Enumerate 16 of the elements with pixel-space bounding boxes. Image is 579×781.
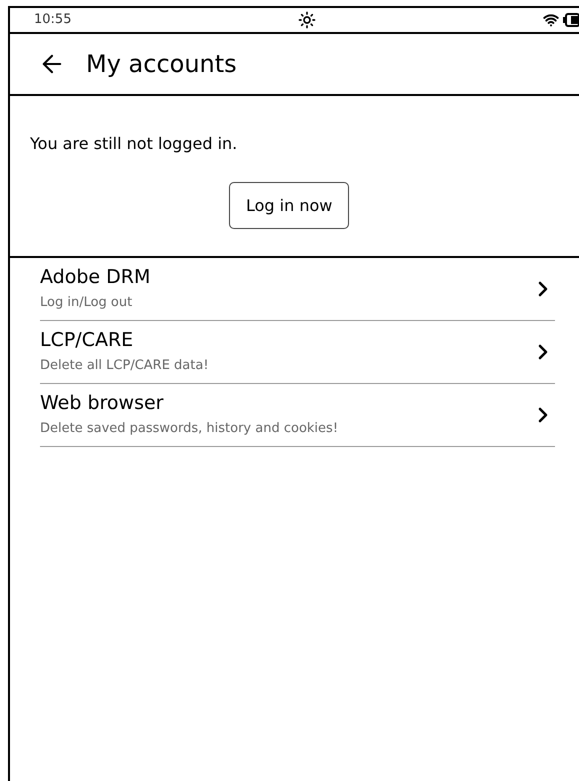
login-button[interactable]: Log in now [229,182,350,229]
account-title: Web browser [40,391,164,416]
account-title: LCP/CARE [40,328,134,352]
account-subtitle: Delete all LCP/CARE data! [40,357,209,376]
account-item[interactable]: Web browser Delete saved passwords, history and cookies! [40,384,555,447]
page-title: My accounts [86,49,237,80]
account-title: Adobe DRM [40,265,150,290]
status-time: 10:55 [34,11,72,30]
login-status-text: You are still not logged in. [30,133,238,155]
brightness-icon[interactable] [298,11,316,29]
wifi-icon [543,12,559,28]
account-subtitle: Delete saved passwords, history and cookies! [40,420,338,438]
battery-icon [563,13,579,27]
account-subtitle: Log in/Log out [40,294,134,312]
account-item[interactable]: Adobe DRM Log in/Log out [40,258,555,321]
account-item[interactable]: LCP/CARE Delete all LCP/CARE data! [40,321,555,384]
